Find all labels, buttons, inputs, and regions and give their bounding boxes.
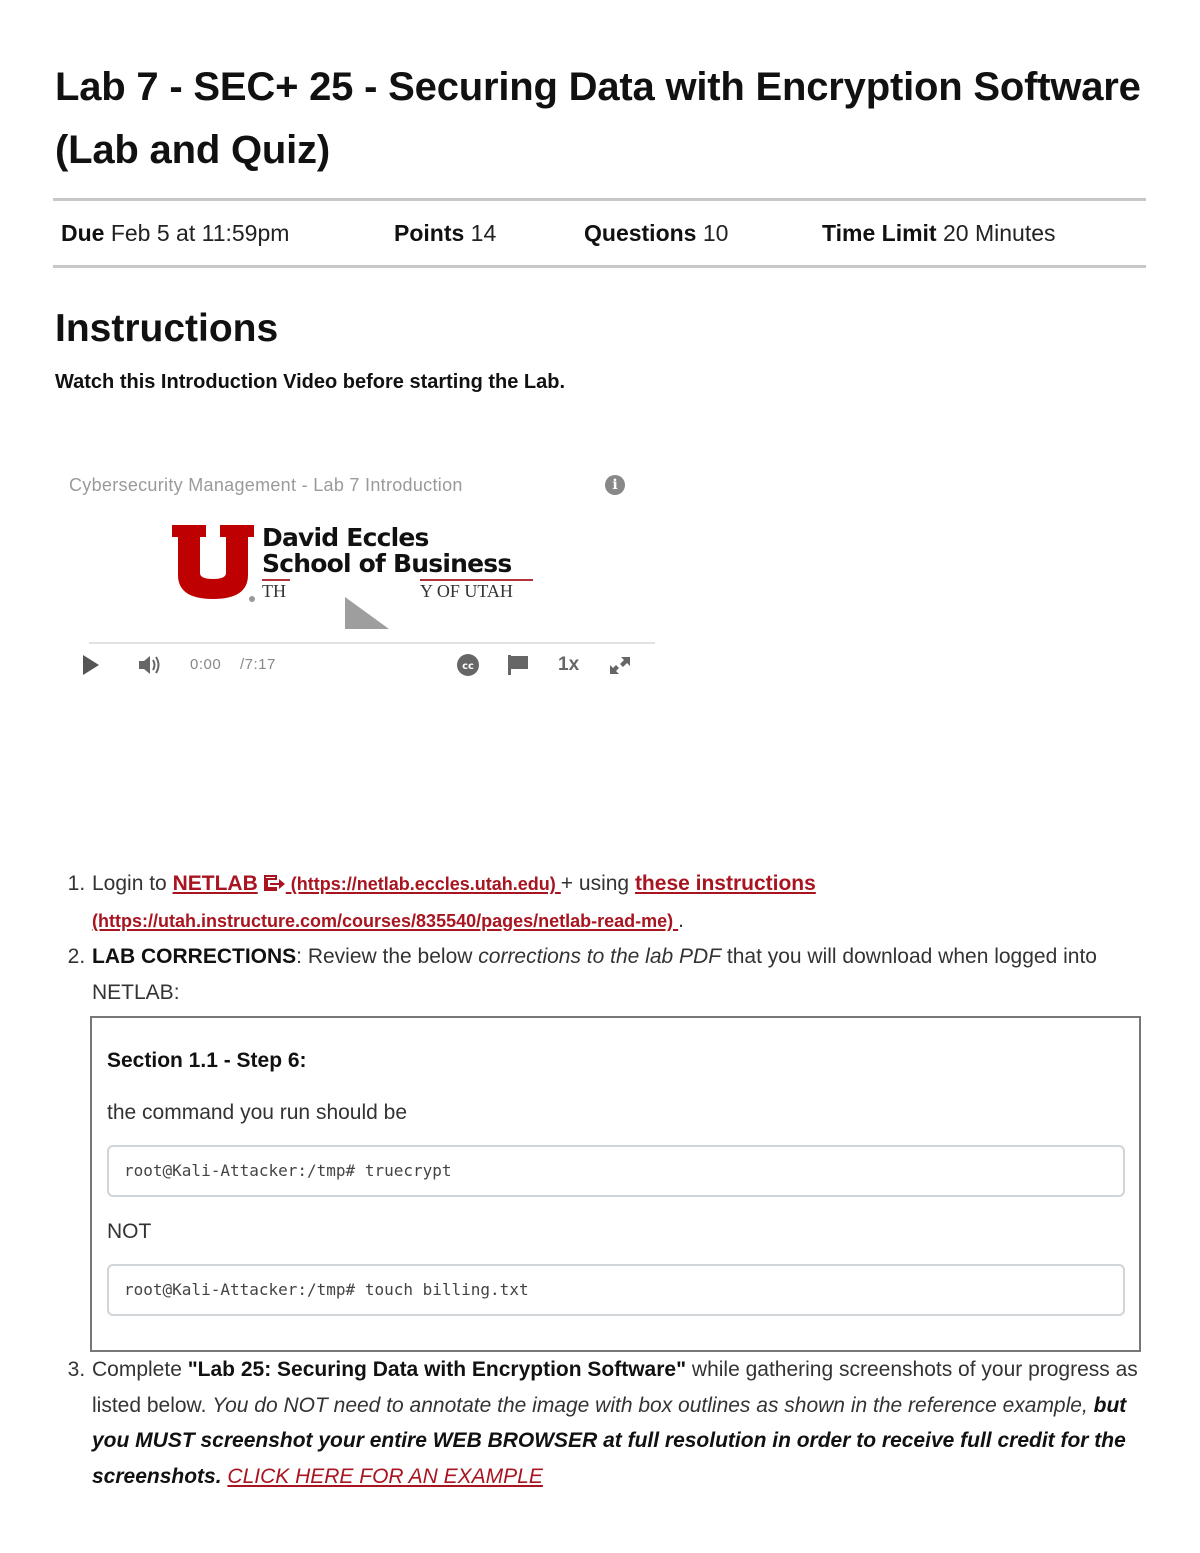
not-label: NOT xyxy=(107,1220,152,1243)
quiz-page: Lab 7 - SEC+ 25 - Securing Data with Enc… xyxy=(53,0,1147,394)
svg-text:cc: cc xyxy=(462,661,474,672)
lab-name: "Lab 25: Securing Data with Encryption S… xyxy=(187,1358,687,1381)
lab-corrections-label: LAB CORRECTIONS xyxy=(92,945,297,968)
correction-intro: the command you run should be xyxy=(107,1101,408,1124)
step-1-suffix: . xyxy=(678,908,685,932)
step-3-prefix: Complete xyxy=(92,1358,188,1381)
closed-captions-icon[interactable]: cc xyxy=(455,653,481,677)
external-link-icon[interactable] xyxy=(262,874,286,892)
watch-video-text: Watch this Introduction Video before sta… xyxy=(55,371,566,393)
logo-line-2: School of Business xyxy=(262,549,512,578)
step-1-mid: + using xyxy=(560,872,635,895)
instructions-url-text[interactable]: (https://utah.instructure.com/courses/83… xyxy=(92,911,678,931)
time-limit-value: 20 Minutes xyxy=(943,219,1056,246)
time-limit: Time Limit 20 Minutes xyxy=(822,220,1056,247)
university-u-logo-icon xyxy=(172,525,255,602)
correction-section-title: Section 1.1 - Step 6: xyxy=(107,1049,307,1072)
step-1-prefix: Login to xyxy=(92,872,173,895)
flag-icon[interactable] xyxy=(506,653,532,677)
step-3-italic: You do NOT need to annotate the image wi… xyxy=(212,1393,1088,1417)
video-player[interactable]: Cybersecurity Management - Lab 7 Introdu… xyxy=(65,467,655,692)
step-3: Complete "Lab 25: Securing Data with Enc… xyxy=(91,1352,1147,1494)
volume-icon[interactable] xyxy=(137,653,163,677)
points: Points 14 xyxy=(394,220,584,247)
page-title: Lab 7 - SEC+ 25 - Securing Data with Enc… xyxy=(55,65,1141,172)
questions-label: Questions xyxy=(584,219,697,246)
logo-sub-right: Y OF UTAH xyxy=(420,581,513,601)
correct-command-block: root@Kali-Attacker:/tmp# truecrypt xyxy=(107,1145,1125,1197)
info-icon[interactable]: i xyxy=(605,475,625,495)
due-label: Due xyxy=(61,219,105,246)
steps-list: Login to NETLAB (https://netlab.eccles.u… xyxy=(55,866,1147,1494)
video-title[interactable]: Cybersecurity Management - Lab 7 Introdu… xyxy=(69,475,463,496)
video-duration: /7:17 xyxy=(240,656,276,673)
netlab-link[interactable]: NETLAB (https://netlab.eccles.utah.edu) xyxy=(173,872,561,895)
time-limit-label: Time Limit xyxy=(822,219,937,246)
example-link[interactable]: CLICK HERE FOR AN EXAMPLE xyxy=(227,1465,542,1488)
netlab-url-text[interactable]: (https://netlab.eccles.utah.edu) xyxy=(286,874,561,894)
points-value: 14 xyxy=(470,219,497,246)
instructions-link-text[interactable]: these instructions xyxy=(635,872,816,895)
fullscreen-icon[interactable] xyxy=(607,653,633,677)
due-value: Feb 5 at 11:59pm xyxy=(110,219,290,246)
playback-speed-button[interactable]: 1x xyxy=(558,653,579,677)
corrections-box: Section 1.1 - Step 6: the command you ru… xyxy=(90,1016,1141,1352)
play-icon[interactable] xyxy=(81,653,101,677)
step-2-italic: corrections to the lab PDF xyxy=(478,945,722,968)
step-2: LAB CORRECTIONS: Review the below correc… xyxy=(90,939,1147,1352)
video-thumbnail-logo: David Eccles School of Business TH Y OF … xyxy=(170,523,533,603)
due-date: Due Feb 5 at 11:59pm xyxy=(61,220,394,247)
logo-line-1: David Eccles xyxy=(262,523,429,552)
instructions-heading: Instructions xyxy=(55,307,279,350)
quiz-meta-bar: Due Feb 5 at 11:59pm Points 14 Questions… xyxy=(55,201,1147,265)
netlab-link-text[interactable]: NETLAB xyxy=(173,872,258,895)
step-1: Login to NETLAB (https://netlab.eccles.u… xyxy=(91,866,1147,939)
logo-sub-left: TH xyxy=(262,581,286,601)
step-2-text-1: : Review the below xyxy=(296,945,479,968)
video-progress-bar[interactable] xyxy=(89,642,655,644)
big-play-icon[interactable] xyxy=(345,597,389,629)
video-current-time: 0:00 xyxy=(190,656,222,673)
questions-value: 10 xyxy=(702,219,729,246)
questions: Questions 10 xyxy=(584,220,822,247)
points-label: Points xyxy=(394,219,465,246)
wrong-command-block: root@Kali-Attacker:/tmp# touch billing.t… xyxy=(107,1264,1125,1316)
